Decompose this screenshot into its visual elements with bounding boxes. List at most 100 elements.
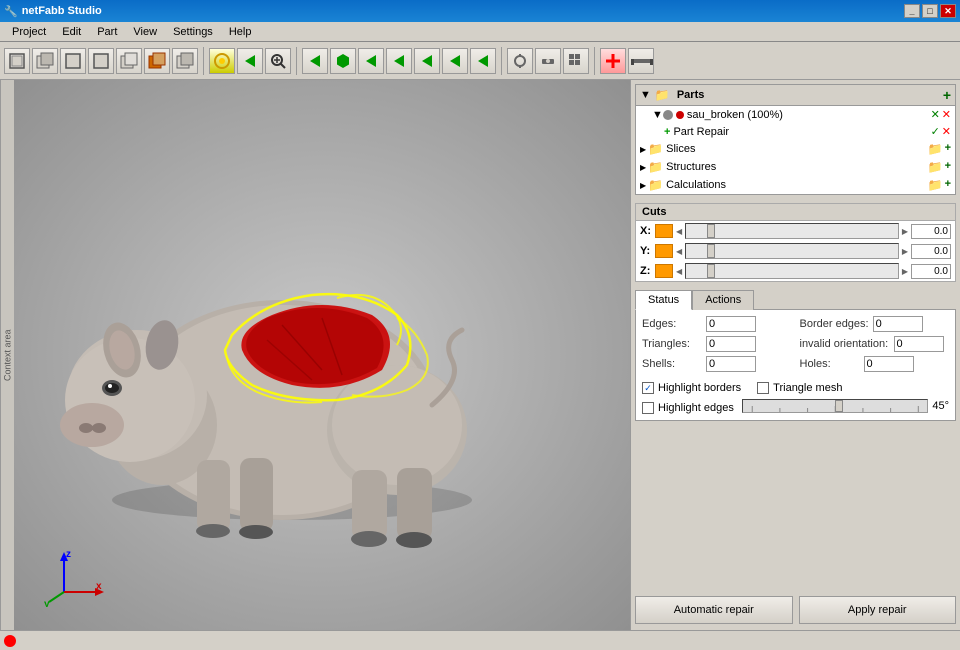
menu-settings[interactable]: Settings	[165, 24, 221, 40]
menubar: Project Edit Part View Settings Help	[0, 22, 960, 42]
parts-tree-header: ▼ 📁 Parts +	[636, 85, 955, 106]
menu-edit[interactable]: Edit	[54, 24, 89, 40]
svg-text:x: x	[96, 581, 102, 592]
cut-x-arrow-right[interactable]: ▶	[902, 227, 908, 236]
cut-z-arrow-right[interactable]: ▶	[902, 267, 908, 276]
cut-row-y: Y: ◀ ▶	[636, 241, 955, 261]
toolbar-view-front[interactable]	[4, 48, 30, 74]
toolbar-settings2[interactable]	[535, 48, 561, 74]
cut-x-slider[interactable]	[685, 223, 899, 239]
slices-folder-btn[interactable]: 📁	[928, 142, 943, 156]
cut-x-toggle[interactable]	[655, 224, 673, 238]
tree-expand-icon-2: ▼	[652, 109, 663, 121]
structures-add-btn[interactable]: +	[945, 160, 951, 174]
parts-add-button[interactable]: +	[943, 87, 951, 103]
cut-y-arrow-right[interactable]: ▶	[902, 247, 908, 256]
checkbox-highlight-edges[interactable]	[642, 402, 654, 414]
cut-z-label: Z:	[640, 265, 652, 277]
calculations-add-btn[interactable]: +	[945, 178, 951, 192]
tree-row-structures[interactable]: ▶ 📁 Structures 📁 +	[636, 158, 955, 176]
toolbar-arrow2[interactable]	[358, 48, 384, 74]
tree-row-slices[interactable]: ▶ 📁 Slices 📁 +	[636, 140, 955, 158]
toolbar-add[interactable]	[600, 48, 626, 74]
tabs-section: Status Actions Edges: Border edges: Tria…	[635, 290, 956, 421]
triangles-value	[706, 336, 756, 352]
invalid-orientation-label: invalid orientation:	[800, 338, 890, 350]
automatic-repair-button[interactable]: Automatic repair	[635, 596, 793, 624]
menu-help[interactable]: Help	[221, 24, 260, 40]
toolbar-arrow6[interactable]	[470, 48, 496, 74]
toolbar-view-iso1[interactable]	[32, 48, 58, 74]
cut-x-label: X:	[640, 225, 652, 237]
toolbar-zoom[interactable]	[265, 48, 291, 74]
edges-label: Edges:	[642, 318, 702, 330]
tab-status[interactable]: Status	[635, 290, 692, 310]
cut-x-arrow-left[interactable]: ◀	[676, 227, 682, 236]
status-field-border-edges: Border edges:	[800, 316, 950, 332]
toolbar-view-iso3[interactable]	[144, 48, 170, 74]
toolbar	[0, 42, 960, 80]
toolbar-arrow5[interactable]	[442, 48, 468, 74]
tab-actions[interactable]: Actions	[692, 290, 754, 310]
cut-z-value[interactable]	[911, 264, 951, 279]
toolbar-view-right[interactable]	[88, 48, 114, 74]
tree-expand-icon[interactable]: ▼	[640, 89, 651, 101]
toolbar-rotate[interactable]	[209, 48, 235, 74]
cut-y-thumb[interactable]	[707, 244, 715, 258]
cut-z-slider[interactable]	[685, 263, 899, 279]
minimize-button[interactable]: _	[904, 4, 920, 18]
cut-y-toggle[interactable]	[655, 244, 673, 258]
cut-y-value[interactable]	[911, 244, 951, 259]
toolbar-arrow-left[interactable]	[237, 48, 263, 74]
viewport[interactable]: z x y	[14, 80, 630, 630]
structures-folder-btn[interactable]: 📁	[928, 160, 943, 174]
toolbar-settings1[interactable]	[507, 48, 533, 74]
maximize-button[interactable]: □	[922, 4, 938, 18]
cut-x-value[interactable]	[911, 224, 951, 239]
cut-y-arrow-left[interactable]: ◀	[676, 247, 682, 256]
cuts-title: Cuts	[636, 204, 955, 221]
close-button[interactable]: ✕	[940, 4, 956, 18]
status-fields-grid: Edges: Border edges: Triangles: invalid …	[642, 316, 949, 372]
slices-expand: ▶	[640, 145, 646, 154]
menu-part[interactable]: Part	[89, 24, 125, 40]
part-remove-icon[interactable]: ✕	[942, 108, 951, 121]
checkbox-triangle-mesh[interactable]	[757, 382, 769, 394]
tree-row-calculations[interactable]: ▶ 📁 Calculations 📁 +	[636, 176, 955, 194]
apply-repair-button[interactable]: Apply repair	[799, 596, 957, 624]
calculations-folder-btn[interactable]: 📁	[928, 178, 943, 192]
toolbar-arrow3[interactable]	[386, 48, 412, 74]
slider-ticks	[743, 398, 928, 412]
menu-project[interactable]: Project	[4, 24, 54, 40]
toolbar-view-top[interactable]	[60, 48, 86, 74]
cut-z-toggle[interactable]	[655, 264, 673, 278]
cut-z-arrow-left[interactable]: ◀	[676, 267, 682, 276]
cuts-section: Cuts X: ◀ ▶ Y: ◀ ▶	[635, 203, 956, 282]
cut-x-thumb[interactable]	[707, 224, 715, 238]
parts-folder-icon: 📁	[655, 88, 670, 102]
statusbar	[0, 630, 960, 650]
cut-z-thumb[interactable]	[707, 264, 715, 278]
cut-y-slider[interactable]	[685, 243, 899, 259]
menu-view[interactable]: View	[125, 24, 165, 40]
toolbar-arrow1[interactable]	[302, 48, 328, 74]
toolbar-sep-3	[501, 47, 502, 75]
triangles-label: Triangles:	[642, 338, 702, 350]
toolbar-grid[interactable]	[563, 48, 589, 74]
checkbox-highlight-borders[interactable]	[642, 382, 654, 394]
border-edges-label: Border edges:	[800, 318, 869, 330]
toolbar-arrow4[interactable]	[414, 48, 440, 74]
part-ok-icon: ✕	[931, 108, 940, 121]
tree-row-sau-broken[interactable]: ▼ sau_broken (100%) ✕ ✕	[648, 106, 955, 123]
highlight-edges-slider[interactable]	[742, 399, 929, 413]
slices-add-btn[interactable]: +	[945, 142, 951, 156]
edges-value	[706, 316, 756, 332]
tree-row-part-repair[interactable]: + Part Repair ✓ ✕	[660, 123, 955, 140]
toolbar-view-iso2[interactable]	[116, 48, 142, 74]
repair-remove-icon[interactable]: ✕	[942, 125, 951, 138]
part-error-dot	[676, 111, 684, 119]
toolbar-hexagon[interactable]	[330, 48, 356, 74]
toolbar-view-iso4[interactable]	[172, 48, 198, 74]
titlebar-controls[interactable]: _ □ ✕	[904, 4, 956, 18]
toolbar-measure[interactable]	[628, 48, 654, 74]
